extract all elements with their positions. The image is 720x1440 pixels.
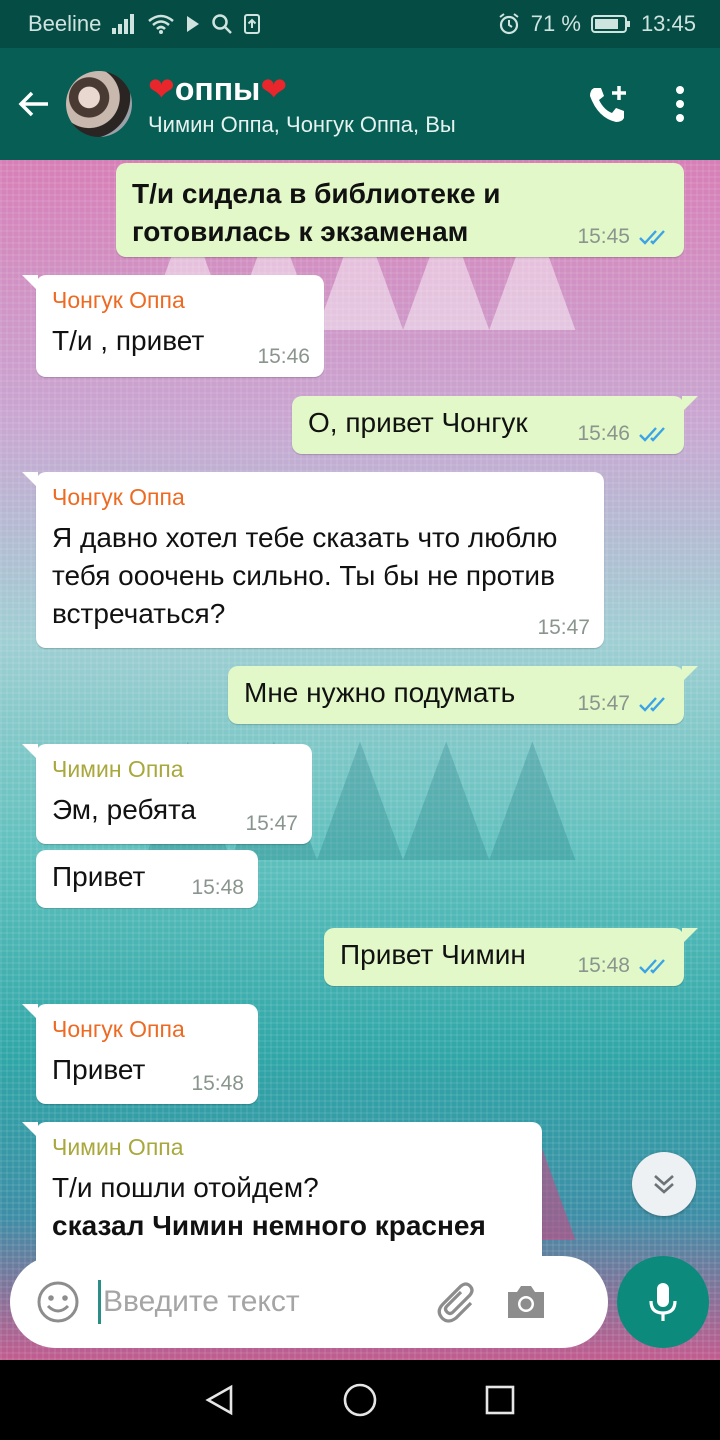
system-navigation-bar — [0, 1360, 720, 1440]
heart-right-icon: ❤ — [260, 71, 288, 107]
voice-record-button[interactable] — [617, 1256, 709, 1348]
message-input[interactable] — [103, 1285, 423, 1319]
message-time: 15:47 — [537, 616, 590, 639]
camera-button[interactable] — [501, 1277, 551, 1327]
emoji-button[interactable] — [32, 1276, 84, 1328]
read-ticks-icon — [638, 425, 670, 443]
back-arrow-icon — [18, 91, 48, 117]
nav-home-icon — [343, 1383, 377, 1417]
message-bubble-incoming[interactable]: Чимин Оппа Эм, ребята 15:47 — [22, 744, 312, 844]
message-bubble-incoming[interactable]: Привет 15:48 — [36, 850, 258, 908]
message-meta: 15:47 — [537, 616, 590, 640]
message-text: Т/и сидела в библиотеке и готовилась к э… — [132, 178, 501, 247]
read-ticks-icon — [638, 957, 670, 975]
message-text: Т/и пошли отойдем? — [52, 1172, 319, 1203]
battery-icon — [590, 14, 631, 34]
message-meta: 15:47 — [245, 812, 298, 836]
message-sender: Чимин Оппа — [52, 756, 184, 782]
nav-back-button[interactable] — [190, 1370, 250, 1430]
chat-header[interactable]: ❤ оппы ❤ Чимин Оппа, Чонгук Оппа, Вы — [0, 48, 720, 160]
chat-title-text: оппы — [174, 71, 261, 107]
message-time: 15:47 — [577, 692, 630, 715]
message-time: 15:45 — [577, 225, 630, 248]
message-bubble-outgoing[interactable]: О, привет Чонгук 15:46 — [292, 396, 698, 454]
back-button[interactable] — [2, 48, 66, 160]
chat-area[interactable]: Т/и сидела в библиотеке и готовилась к э… — [0, 160, 720, 1360]
status-right: 71 % 13:45 — [497, 11, 696, 37]
message-composer — [10, 1256, 608, 1348]
title-block[interactable]: ❤ оппы ❤ Чимин Оппа, Чонгук Оппа, Вы — [148, 70, 578, 138]
message-meta: 15:48 — [191, 876, 244, 900]
upload-icon — [243, 13, 261, 35]
group-avatar[interactable] — [66, 71, 132, 137]
message-sender: Чонгук Оппа — [52, 1016, 185, 1042]
message-time: 15:46 — [577, 422, 630, 445]
alarm-icon — [497, 12, 521, 36]
message-meta: 15:45 — [577, 225, 670, 249]
status-bar: Beeline 71 % 13:45 — [0, 0, 720, 48]
battery-percent: 71 % — [530, 11, 581, 36]
read-ticks-icon — [638, 695, 670, 713]
chat-title: ❤ оппы ❤ — [148, 70, 578, 108]
message-time: 15:48 — [191, 876, 244, 899]
wifi-icon — [147, 13, 175, 35]
chevron-double-down-icon — [654, 1175, 674, 1194]
nav-recents-button[interactable] — [470, 1370, 530, 1430]
add-call-button[interactable] — [578, 74, 638, 134]
message-meta: 15:47 — [577, 692, 670, 716]
heart-left-icon: ❤ — [148, 71, 175, 107]
message-bubble-incoming[interactable]: Чонгук Оппа Привет 15:48 — [22, 1004, 258, 1104]
message-bubble-outgoing[interactable]: Т/и сидела в библиотеке и готовилась к э… — [116, 163, 684, 257]
text-cursor — [98, 1280, 101, 1324]
message-meta: 15:46 — [577, 422, 670, 446]
play-icon — [185, 14, 201, 34]
camera-icon — [508, 1286, 544, 1318]
message-text-bold: сказал Чимин немного краснея — [52, 1210, 486, 1241]
message-text: Я давно хотел тебе сказать что люблю теб… — [52, 522, 558, 629]
clock: 13:45 — [640, 11, 696, 36]
emoji-icon — [37, 1281, 79, 1323]
message-meta: 15:48 — [191, 1072, 244, 1096]
more-vert-icon — [676, 86, 684, 122]
status-left: Beeline — [28, 11, 261, 37]
message-meta: 15:48 — [577, 954, 670, 978]
message-meta: 15:46 — [257, 345, 310, 369]
attach-button[interactable] — [433, 1277, 483, 1327]
attach-icon — [437, 1282, 474, 1323]
message-sender: Чимин Оппа — [52, 1134, 184, 1160]
carrier-label: Beeline — [28, 11, 102, 36]
nav-home-button[interactable] — [330, 1370, 390, 1430]
signal-icon — [111, 13, 137, 35]
message-sender: Чонгук Оппа — [52, 484, 185, 510]
message-bubble-outgoing[interactable]: Мне нужно подумать 15:47 — [228, 666, 698, 724]
more-options-button[interactable] — [660, 74, 700, 134]
mic-icon — [649, 1283, 677, 1321]
message-bubble-incoming[interactable]: Чонгук Оппа Я давно хотел тебе сказать ч… — [22, 472, 604, 648]
message-time: 15:46 — [257, 345, 310, 368]
nav-back-icon — [205, 1384, 233, 1416]
search-icon — [211, 13, 233, 35]
message-time: 15:48 — [577, 954, 630, 977]
nav-recents-icon — [485, 1385, 515, 1415]
chat-participants: Чимин Оппа, Чонгук Оппа, Вы — [148, 112, 456, 137]
message-sender: Чонгук Оппа — [52, 287, 185, 313]
scroll-to-bottom-button[interactable] — [632, 1152, 696, 1216]
message-time: 15:47 — [245, 812, 298, 835]
add-call-icon — [590, 86, 626, 122]
message-bubble-incoming[interactable]: Чонгук Оппа Т/и , привет 15:46 — [22, 275, 324, 377]
message-time: 15:48 — [191, 1072, 244, 1095]
read-ticks-icon — [638, 228, 670, 246]
message-bubble-outgoing[interactable]: Привет Чимин 15:48 — [324, 928, 698, 986]
